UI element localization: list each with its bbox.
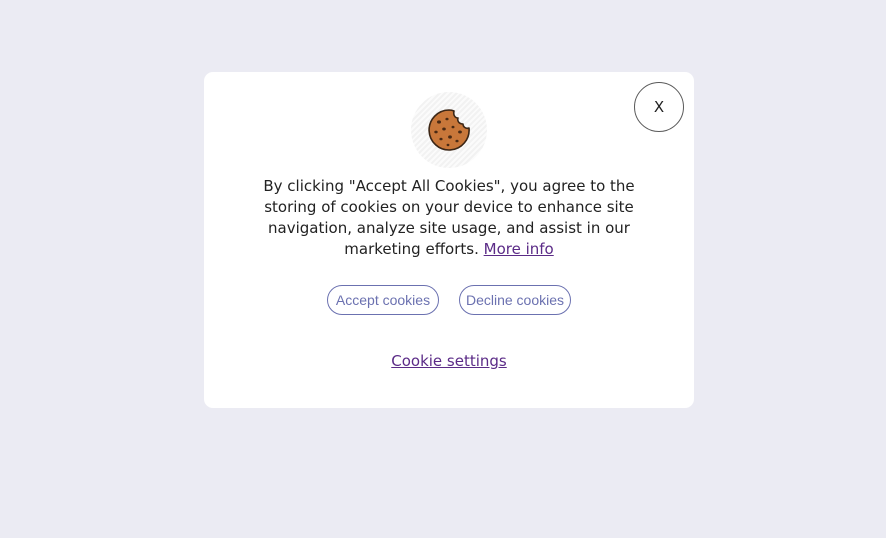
consent-message-text: By clicking "Accept All Cookies", you ag… [263, 177, 635, 258]
close-button[interactable]: X [634, 82, 684, 132]
consent-message: By clicking "Accept All Cookies", you ag… [254, 176, 644, 260]
accept-cookies-button[interactable]: Accept cookies [327, 285, 439, 315]
cookie-icon [428, 109, 470, 151]
cookie-badge [411, 92, 487, 168]
more-info-link[interactable]: More info [484, 240, 554, 258]
cookie-consent-dialog: X By clicking "Accept All Cookies", you … [204, 72, 694, 408]
decline-cookies-button[interactable]: Decline cookies [459, 285, 571, 315]
cookie-settings-link[interactable]: Cookie settings [204, 352, 694, 370]
